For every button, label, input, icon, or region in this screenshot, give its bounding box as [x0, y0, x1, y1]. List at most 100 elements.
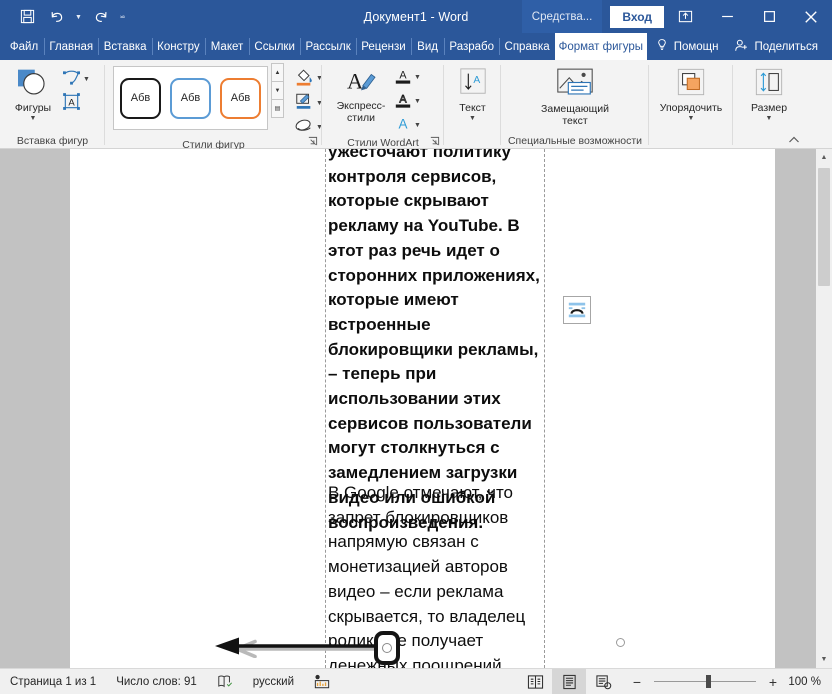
layout-options-icon[interactable] [563, 296, 591, 324]
tab-home[interactable]: Главная [44, 33, 98, 60]
paragraph-bold[interactable]: ужесточают политику контроля сервисов, к… [328, 149, 540, 535]
undo-icon[interactable] [43, 5, 70, 29]
shape-resize-handle[interactable] [616, 638, 625, 647]
left-arrow-shape[interactable] [208, 636, 393, 659]
alt-text-label-1: Замещающий [541, 103, 609, 115]
lightbulb-icon [655, 38, 669, 55]
text-fill-button[interactable]: A ▼ [392, 66, 423, 89]
document-page[interactable]: ужесточают политику контроля сервисов, к… [70, 149, 775, 668]
chevron-down-icon: ▼ [414, 122, 421, 129]
text-fill-icon: A [394, 67, 412, 88]
alt-text-label-2: текст [562, 115, 588, 127]
undo-dropdown-caret[interactable]: ▼ [72, 5, 85, 29]
shape-fill-button[interactable]: ▼ [292, 66, 325, 90]
chevron-down-icon: ▼ [83, 75, 90, 83]
wordart-quick-styles-icon: A [344, 67, 378, 98]
text-box-icon: A [62, 92, 81, 114]
ribbon-display-options-icon[interactable] [664, 0, 706, 33]
shape-style-swatch[interactable]: Абв [220, 77, 261, 119]
tab-shape-format[interactable]: Формат фигуры [554, 33, 647, 60]
shape-styles-gallery[interactable]: Абв Абв Абв [113, 66, 268, 130]
alt-text-button[interactable]: Замещающий текст [520, 64, 630, 127]
zoom-slider[interactable] [648, 669, 762, 694]
chevron-down-icon: ▼ [414, 98, 421, 105]
zoom-level[interactable]: 100 % [784, 676, 832, 688]
gallery-more-icon[interactable]: ▤ [271, 99, 284, 118]
tab-developer[interactable]: Разрабо [444, 33, 499, 60]
text-box-button[interactable]: A [60, 91, 92, 115]
shape-outline-icon [294, 92, 314, 114]
tab-file[interactable]: Файл [4, 33, 44, 60]
vertical-scrollbar[interactable] [816, 166, 832, 651]
ribbon-group-size: Размер ▼ [733, 60, 805, 149]
zoom-out-button[interactable]: − [626, 674, 648, 690]
tab-review[interactable]: Рецензи [355, 33, 411, 60]
record-macro-icon[interactable] [304, 669, 340, 694]
edit-shape-button[interactable]: ▼ [60, 68, 92, 90]
handle-dot [382, 643, 392, 653]
tab-mailings[interactable]: Рассылк [300, 33, 356, 60]
web-layout-icon[interactable] [586, 669, 620, 694]
text-button[interactable]: A Текст ▼ [450, 64, 495, 122]
save-icon[interactable] [14, 5, 41, 29]
tab-view[interactable]: Вид [410, 33, 444, 60]
tab-help[interactable]: Справка [499, 33, 555, 60]
tools-chip[interactable]: Средства... [521, 0, 603, 33]
zoom-slider-thumb[interactable] [706, 675, 711, 688]
word-count[interactable]: Число слов: 91 [106, 669, 207, 694]
tab-references[interactable]: Ссылки [248, 33, 300, 60]
proofing-errors-icon[interactable] [207, 669, 243, 694]
read-mode-icon[interactable] [518, 669, 552, 694]
scroll-up-button[interactable]: ▲ [816, 149, 832, 166]
language-indicator[interactable]: русский [243, 669, 304, 694]
dialog-launcher-icon[interactable] [307, 136, 318, 147]
wordart-quick-styles-button[interactable]: A Экспресс- стили [330, 64, 392, 124]
tab-design[interactable]: Констру [151, 33, 205, 60]
text-effects-icon: A [394, 115, 412, 136]
title-bar: ▼ ⋍ Документ1 - Word Средства... Вход [0, 0, 832, 33]
page-indicator[interactable]: Страница 1 из 1 [0, 669, 106, 694]
shape-resize-handle[interactable] [374, 631, 400, 665]
group-label-text [444, 132, 501, 149]
tab-layout[interactable]: Макет [204, 33, 249, 60]
svg-text:A: A [68, 97, 75, 108]
edit-shape-icon [62, 69, 81, 89]
print-layout-icon[interactable] [552, 668, 586, 694]
share-button[interactable]: Поделиться [726, 38, 826, 56]
gallery-scroll-down-icon[interactable]: ▼ [271, 81, 284, 100]
tell-me-button[interactable]: Помощн [647, 38, 727, 55]
arrange-button[interactable]: Упорядочить ▼ [655, 64, 727, 122]
minimize-icon[interactable] [706, 0, 748, 33]
group-label-arrange [649, 132, 733, 149]
sign-in-button[interactable]: Вход [610, 5, 664, 28]
shape-style-swatch[interactable]: Абв [120, 77, 161, 119]
status-bar-right: − + 100 % [518, 668, 832, 694]
redo-icon[interactable] [87, 5, 114, 29]
size-button[interactable]: Размер ▼ [739, 64, 799, 122]
size-label: Размер [750, 102, 788, 114]
shapes-button[interactable]: Фигуры ▼ [6, 64, 60, 122]
shapes-label: Фигуры [14, 102, 52, 114]
collapse-ribbon-icon[interactable] [788, 135, 799, 146]
dialog-launcher-icon[interactable] [429, 136, 440, 147]
gallery-scroll-up-icon[interactable]: ▲ [271, 63, 284, 82]
zoom-in-button[interactable]: + [762, 674, 784, 690]
ribbon-group-text: A Текст ▼ [444, 60, 501, 149]
text-outline-icon: A [394, 91, 412, 112]
scroll-down-button[interactable]: ▼ [816, 651, 832, 668]
tab-insert[interactable]: Вставка [98, 33, 151, 60]
arrange-icon [675, 67, 707, 100]
text-outline-button[interactable]: A ▼ [392, 90, 423, 113]
shape-outline-button[interactable]: ▼ [292, 91, 325, 115]
customize-quick-access-icon[interactable]: ⋍ [116, 5, 129, 29]
close-icon[interactable] [790, 0, 832, 33]
svg-text:A: A [473, 75, 480, 86]
svg-text:A: A [399, 70, 407, 82]
svg-text:A: A [399, 94, 407, 106]
shape-style-swatch[interactable]: Абв [170, 77, 211, 119]
text-effects-button[interactable]: A ▼ [392, 114, 423, 137]
maximize-icon[interactable] [748, 0, 790, 33]
scrollbar-thumb[interactable] [818, 168, 830, 286]
size-icon [753, 67, 785, 100]
share-person-icon [734, 38, 749, 56]
